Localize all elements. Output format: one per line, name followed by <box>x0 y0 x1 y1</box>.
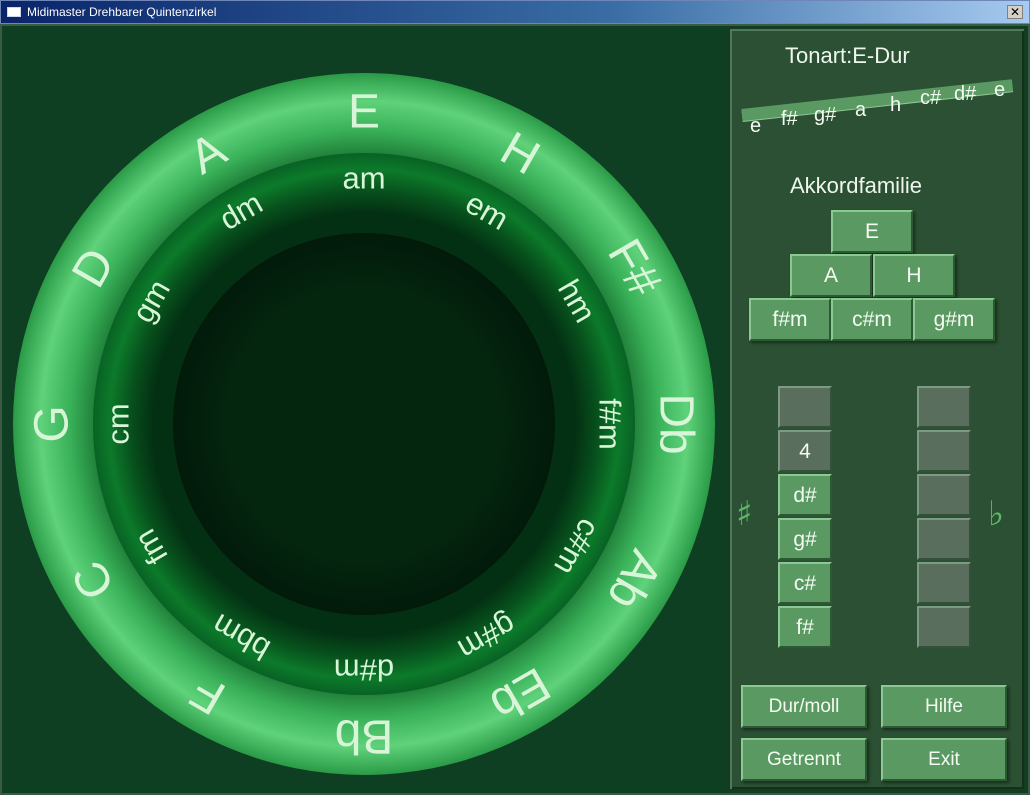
flats-slot <box>917 386 971 428</box>
chord-button-cism[interactable]: c#m <box>831 298 913 341</box>
close-button[interactable]: ✕ <box>1007 5 1023 19</box>
major-key-label[interactable]: G <box>26 405 79 442</box>
minor-key-label[interactable]: cm <box>101 403 136 444</box>
sharp-icon: ♯ <box>736 494 753 534</box>
major-key-label[interactable]: E <box>348 86 380 139</box>
chord-button-h[interactable]: H <box>873 254 955 297</box>
flat-icon: ♭ <box>988 494 1005 534</box>
sharps-slot <box>778 386 832 428</box>
wheel-center <box>173 233 555 615</box>
major-key-label[interactable]: Db <box>650 393 703 454</box>
minor-key-label[interactable]: f#m <box>593 398 628 450</box>
minor-key-label[interactable]: am <box>342 161 385 196</box>
scale-note: c# <box>920 87 942 109</box>
sharps-note: f# <box>778 606 832 648</box>
scale-note: d# <box>954 83 977 105</box>
sharps-count: 4 <box>778 430 832 472</box>
exit-button[interactable]: Exit <box>881 738 1007 781</box>
app-icon <box>7 7 21 17</box>
chord-button-a[interactable]: A <box>790 254 872 297</box>
durmoll-button[interactable]: Dur/moll <box>741 685 867 728</box>
hilfe-button[interactable]: Hilfe <box>881 685 1007 728</box>
scale-note: h <box>890 94 902 116</box>
circle-of-fifths[interactable]: EHF#DbAbEbBbFCGDA amemhmf#mc#mg#md#mbbmf… <box>0 24 725 795</box>
flats-slot <box>917 606 971 648</box>
scale-note: a <box>855 99 867 121</box>
control-panel <box>728 27 1026 791</box>
sharps-note: d# <box>778 474 832 516</box>
scale-note: g# <box>814 104 837 126</box>
flats-slot <box>917 562 971 604</box>
scale-note: f# <box>781 108 798 130</box>
flats-column <box>917 386 971 652</box>
window-title: Midimaster Drehbarer Quintenzirkel <box>27 5 217 19</box>
chord-button-fism[interactable]: f#m <box>749 298 831 341</box>
major-key-label[interactable]: Bb <box>335 710 394 763</box>
sharps-column: 4 d# g# c# f# <box>778 386 832 652</box>
chord-button-gism[interactable]: g#m <box>913 298 995 341</box>
getrennt-button[interactable]: Getrennt <box>741 738 867 781</box>
sharps-note: g# <box>778 518 832 560</box>
flats-slot <box>917 518 971 560</box>
title-bar[interactable]: Midimaster Drehbarer Quintenzirkel ✕ <box>0 0 1030 24</box>
sharps-note: c# <box>778 562 832 604</box>
chord-button-e[interactable]: E <box>831 210 913 253</box>
tonart-label: Tonart:E-Dur <box>785 43 910 68</box>
akkordfamilie-label: Akkordfamilie <box>790 173 923 198</box>
scale-note: e <box>994 79 1006 101</box>
flats-slot <box>917 474 971 516</box>
flats-slot <box>917 430 971 472</box>
scale-note: e <box>750 115 762 137</box>
minor-key-label[interactable]: d#m <box>334 653 394 688</box>
